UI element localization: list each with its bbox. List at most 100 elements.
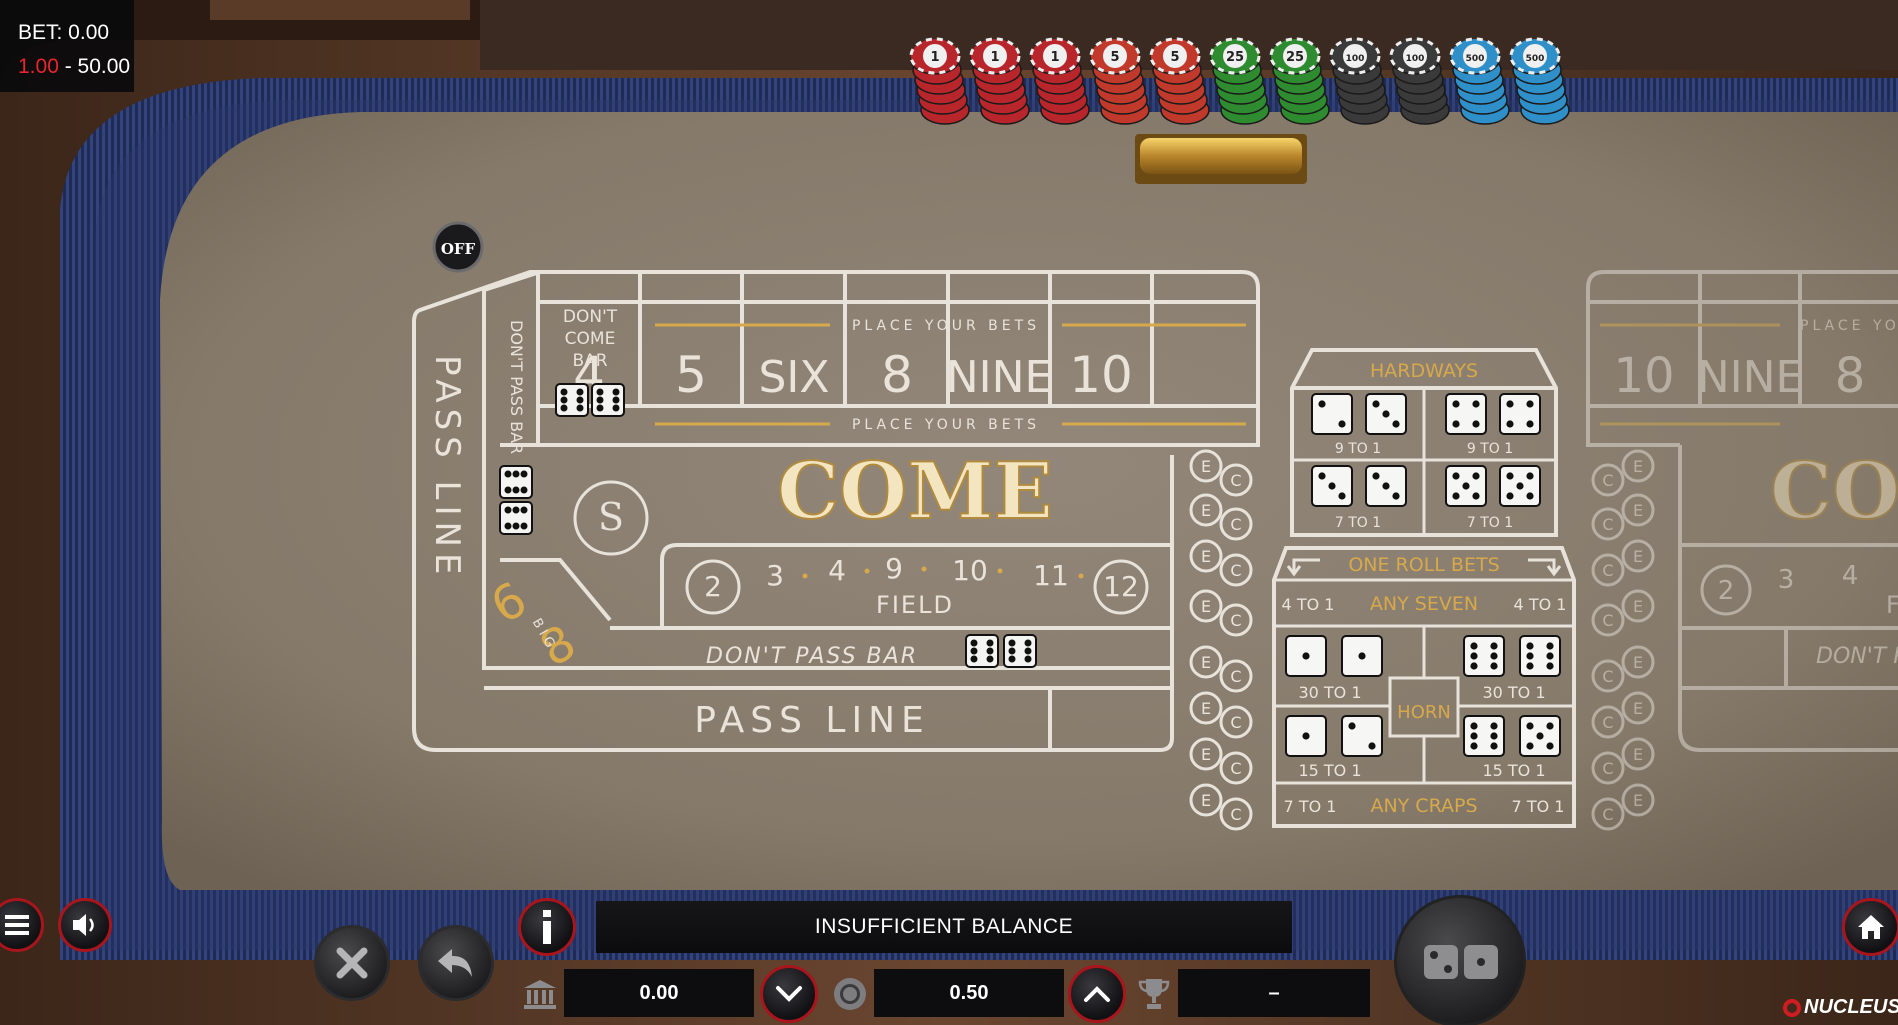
e-bet[interactable]: E <box>1201 501 1211 520</box>
e-bet[interactable]: E <box>1201 745 1211 764</box>
c-bet[interactable]: C <box>1602 561 1613 580</box>
undo-button[interactable] <box>418 925 494 1001</box>
chip-label: 25 <box>1286 50 1304 65</box>
hardway-die <box>1311 465 1353 507</box>
place-number-nine[interactable]: NINE <box>946 352 1053 403</box>
place-your-bets-bottom: PLACE YOUR BETS <box>852 417 1040 433</box>
e-bet[interactable]: E <box>1633 745 1643 764</box>
field-dot <box>921 566 927 572</box>
e-bet[interactable]: E <box>1633 597 1643 616</box>
e-bet[interactable]: E <box>1633 653 1643 672</box>
hardways-title: HARDWAYS <box>1370 360 1478 382</box>
field-number-10: 10 <box>952 554 988 587</box>
sound-button[interactable] <box>58 898 112 952</box>
chevron-up-icon <box>1084 986 1110 1002</box>
pass-line-vertical[interactable]: PASS LINE <box>427 355 467 580</box>
hardway-die <box>1445 393 1487 435</box>
c-bet[interactable]: C <box>1230 561 1241 580</box>
field-dot <box>997 568 1003 574</box>
brand-name: NUCLEUS <box>1804 996 1898 1018</box>
one-roll-title: ONE ROLL BETS <box>1348 554 1499 576</box>
any-craps[interactable]: ANY CRAPS <box>1370 795 1477 817</box>
c-bet[interactable]: C <box>1230 515 1241 534</box>
chip-rack: 1 1 1 5 5 25 25 100 100 500 500 <box>909 37 1570 125</box>
win-value: – <box>1178 969 1370 1017</box>
home-button[interactable] <box>1842 898 1898 956</box>
c-bet[interactable]: C <box>1602 515 1613 534</box>
c-bet[interactable]: C <box>1230 713 1241 732</box>
e-bet[interactable]: E <box>1201 597 1211 616</box>
chip-label: 5 <box>1110 50 1119 65</box>
dont-pass-bar[interactable]: DON'T PASS BAR <box>706 644 918 669</box>
e-bet[interactable]: E <box>1633 457 1643 476</box>
place-number-six[interactable]: SIX <box>758 352 829 403</box>
any-seven[interactable]: ANY SEVEN <box>1370 593 1478 615</box>
bet-amount: BET: 0.00 <box>18 21 110 44</box>
hardway-die <box>1445 465 1487 507</box>
chevron-down-icon <box>776 986 802 1002</box>
e-bet[interactable]: E <box>1633 501 1643 520</box>
chip-label: 500 <box>1466 54 1485 64</box>
home-icon <box>1858 915 1884 939</box>
pass-line[interactable]: PASS LINE <box>694 700 930 741</box>
roll-dice-button[interactable] <box>1394 895 1526 1025</box>
hardway-odds-2: 9 TO 1 <box>1467 441 1513 457</box>
chip-label: 25 <box>1226 50 1244 65</box>
dont-come-bar-line3: BAR <box>572 351 607 371</box>
c-bet[interactable]: C <box>1230 611 1241 630</box>
chip-icon <box>830 974 870 1014</box>
any-craps-odds-right: 7 TO 1 <box>1512 797 1565 816</box>
field-number-4: 4 <box>828 554 846 587</box>
e-bet[interactable]: E <box>1201 547 1211 566</box>
c-bet[interactable]: C <box>1602 471 1613 490</box>
c-bet[interactable]: C <box>1602 759 1613 778</box>
come-label: COME <box>777 446 1053 537</box>
hardway-die <box>1311 393 1353 435</box>
decrease-chip-button[interactable] <box>760 965 818 1023</box>
odds-15-left: 15 TO 1 <box>1298 761 1361 780</box>
mirror-come: CO <box>1770 446 1898 537</box>
clear-bets-button[interactable] <box>314 925 390 1001</box>
mirror-place-10: 10 <box>1613 348 1674 404</box>
e-bet[interactable]: E <box>1201 653 1211 672</box>
undo-icon <box>438 949 472 977</box>
odds-15-right: 15 TO 1 <box>1482 761 1545 780</box>
c-bet[interactable]: C <box>1230 805 1241 824</box>
c-bet[interactable]: C <box>1230 759 1241 778</box>
place-number-5[interactable]: 5 <box>675 346 707 404</box>
place-number-8[interactable]: 8 <box>881 346 913 404</box>
c-bet[interactable]: C <box>1602 805 1613 824</box>
place-number-10[interactable]: 10 <box>1069 346 1133 404</box>
mirror-field-label: F <box>1886 591 1898 619</box>
c-bet[interactable]: C <box>1602 611 1613 630</box>
field-dot <box>802 573 808 579</box>
e-bet[interactable]: E <box>1201 791 1211 810</box>
svg-text:S: S <box>598 495 624 539</box>
e-bet[interactable]: E <box>1201 699 1211 718</box>
chip-label: 5 <box>1170 50 1179 65</box>
brand-logo: NUCLEUS <box>1783 996 1898 1019</box>
one-roll-die <box>1463 715 1505 757</box>
odds-30-left: 30 TO 1 <box>1298 683 1361 702</box>
c-bet[interactable]: C <box>1602 667 1613 686</box>
horn[interactable]: HORN <box>1397 702 1451 723</box>
increase-chip-button[interactable] <box>1068 965 1126 1023</box>
close-icon <box>336 947 368 979</box>
info-button[interactable] <box>518 898 576 956</box>
hardway-die <box>1499 393 1541 435</box>
e-bet[interactable]: E <box>1633 547 1643 566</box>
odds-30-right: 30 TO 1 <box>1482 683 1545 702</box>
c-bet[interactable]: C <box>1230 667 1241 686</box>
hardway-die <box>1365 465 1407 507</box>
e-bet[interactable]: E <box>1633 791 1643 810</box>
chip-label: 1 <box>990 50 999 65</box>
c-bet[interactable]: C <box>1602 713 1613 732</box>
c-bet[interactable]: C <box>1230 471 1241 490</box>
e-bet[interactable]: E <box>1201 457 1211 476</box>
e-bet[interactable]: E <box>1633 699 1643 718</box>
hardway-die <box>1499 465 1541 507</box>
brand-dot-icon <box>1783 998 1801 1017</box>
puck-off: OFF <box>432 221 484 273</box>
mirror-place-your-bets: PLACE YO <box>1800 318 1898 334</box>
field-number-11: 11 <box>1033 559 1069 592</box>
